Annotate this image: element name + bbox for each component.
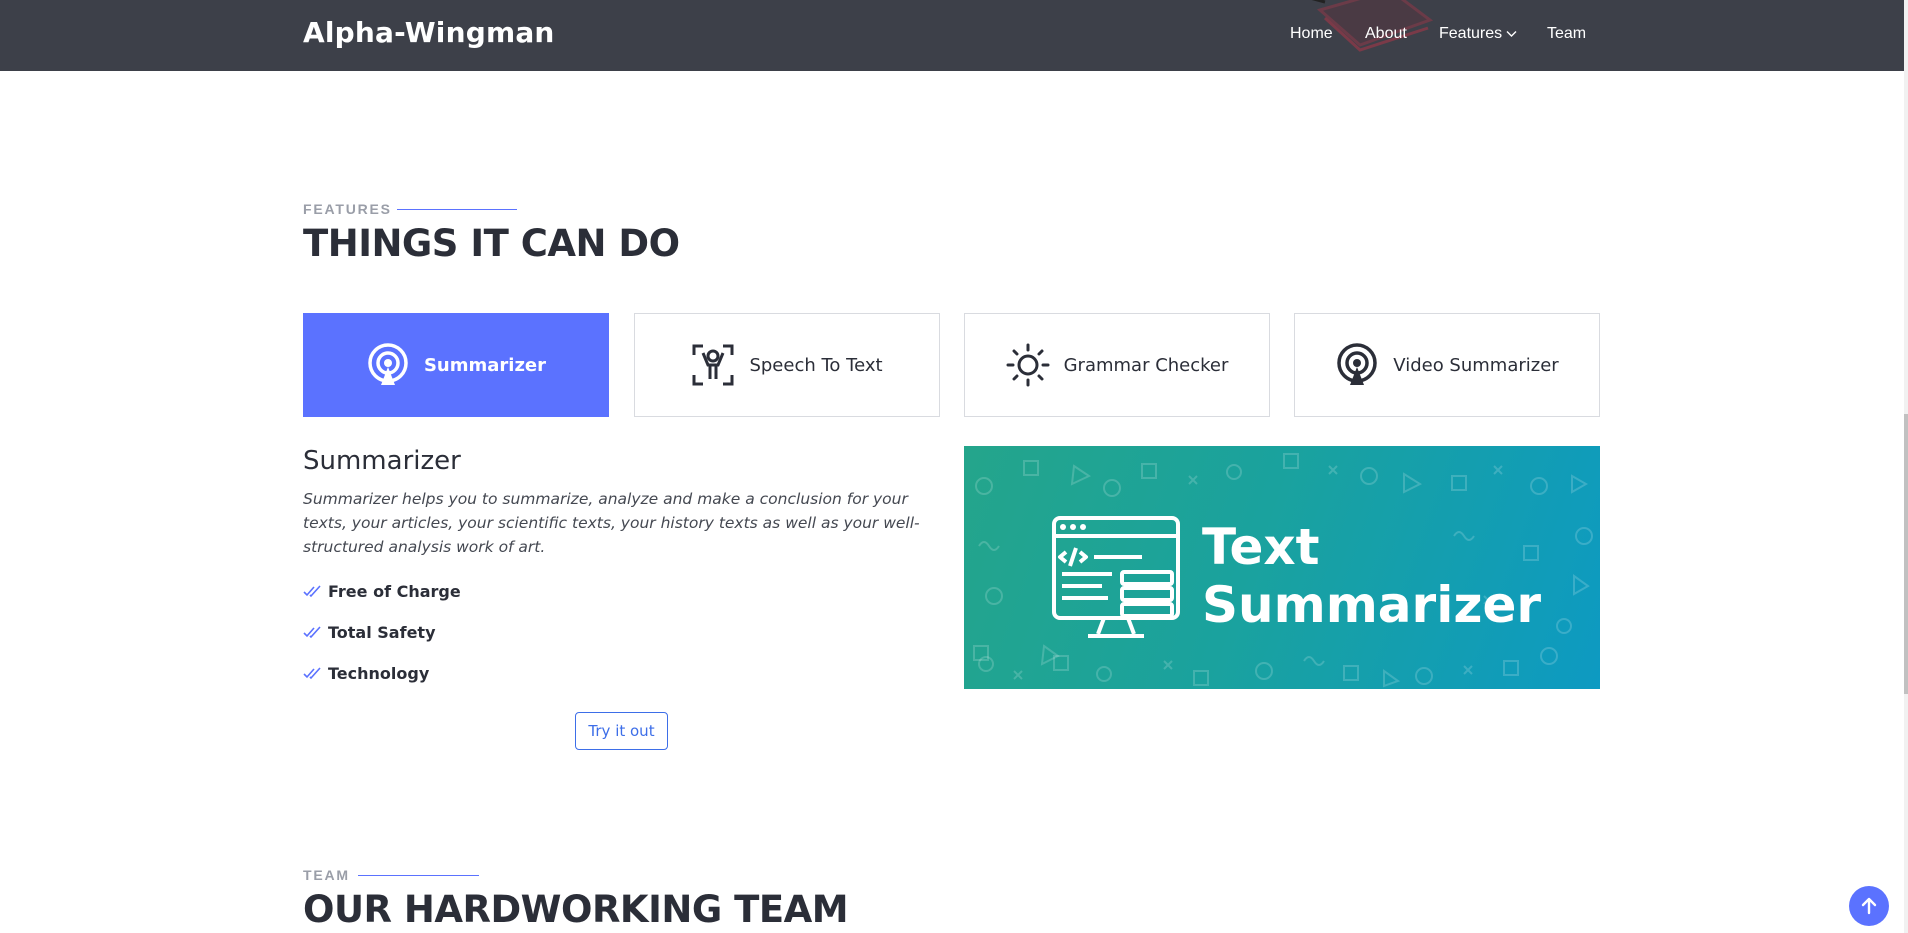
podcast-icon <box>366 343 410 387</box>
banner-heading-line1: Text <box>1202 518 1320 576</box>
back-to-top-button[interactable] <box>1849 886 1889 926</box>
feature-title: Summarizer <box>303 446 461 476</box>
tab-speech-to-text-label: Speech To Text <box>749 354 883 376</box>
tab-grammar-checker[interactable]: Grammar Checker <box>964 313 1270 417</box>
checklist-item: Total Safety <box>303 623 436 642</box>
tab-summarizer[interactable]: Summarizer <box>303 313 609 417</box>
team-section-label: TEAM <box>303 867 350 883</box>
checklist-item: Technology <box>303 664 429 683</box>
feature-description: Summarizer helps you to summarize, analy… <box>303 490 920 556</box>
features-section-label: FEATURES <box>303 201 392 217</box>
nav-features[interactable]: Features <box>1439 25 1517 43</box>
double-check-icon <box>303 584 323 599</box>
tab-grammar-checker-label: Grammar Checker <box>1063 354 1229 376</box>
checklist-item: Free of Charge <box>303 582 461 601</box>
arrow-up-icon <box>1861 897 1877 915</box>
chevron-down-icon <box>1506 30 1517 37</box>
try-it-out-button[interactable]: Try it out <box>575 712 668 750</box>
tab-video-summarizer[interactable]: Video Summarizer <box>1294 313 1600 417</box>
checklist-item-label: Free of Charge <box>328 582 461 601</box>
tab-speech-to-text[interactable]: Speech To Text <box>634 313 940 417</box>
banner-heading: Text Summarizer <box>1202 518 1541 634</box>
podcast-icon <box>1335 343 1379 387</box>
code-monitor-icon <box>1052 516 1180 638</box>
features-section-line <box>397 209 517 210</box>
double-check-icon <box>303 666 323 681</box>
nav-team[interactable]: Team <box>1547 25 1586 43</box>
site-logo[interactable]: Alpha-Wingman <box>303 16 555 49</box>
checklist-item-label: Technology <box>328 664 430 683</box>
features-section-title: THINGS IT CAN DO <box>303 222 680 265</box>
person-scan-icon <box>691 343 735 387</box>
text-summarizer-banner: Text Summarizer <box>964 446 1600 689</box>
team-section-line <box>358 875 479 876</box>
nav-home[interactable]: Home <box>1290 25 1333 43</box>
tab-summarizer-label: Summarizer <box>423 354 547 376</box>
scrollbar-thumb[interactable] <box>1904 414 1908 694</box>
nav-features-label: Features <box>1439 25 1503 42</box>
team-section-title: OUR HARDWORKING TEAM <box>303 888 849 931</box>
nav-about[interactable]: About <box>1365 25 1407 43</box>
site-header: Alpha-Wingman Home About Features Team <box>0 0 1908 71</box>
double-check-icon <box>303 625 323 640</box>
banner-heading-line2: Summarizer <box>1202 576 1542 634</box>
tab-video-summarizer-label: Video Summarizer <box>1393 354 1559 376</box>
checklist-item-label: Total Safety <box>328 623 436 642</box>
sun-icon <box>1006 343 1050 387</box>
